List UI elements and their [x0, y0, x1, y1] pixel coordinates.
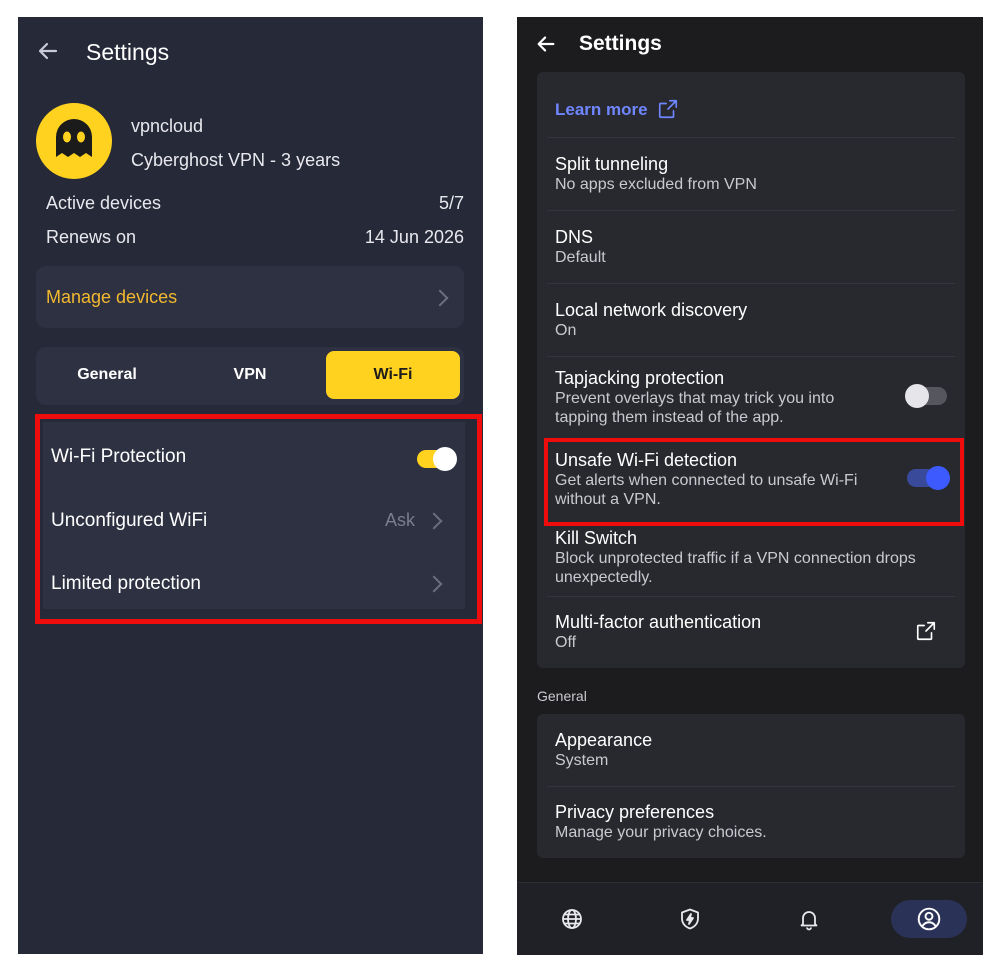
item-subtitle: Block unprotected traffic if a VPN conne… — [555, 550, 916, 586]
item-subtitle: No apps excluded from VPN — [555, 176, 757, 193]
external-link-icon[interactable] — [657, 98, 679, 125]
ghost-avatar-icon — [36, 103, 112, 179]
item-title: Appearance — [555, 730, 653, 750]
privacy-preferences-item[interactable]: Privacy preferences Manage your privacy … — [555, 802, 767, 842]
item-subtitle: On — [555, 322, 577, 339]
split-tunneling-item[interactable]: Split tunneling No apps excluded from VP… — [555, 154, 757, 194]
item-title: Multi-factor authentication — [555, 612, 762, 632]
active-devices-label: Active devices — [46, 193, 162, 213]
divider — [547, 786, 955, 787]
account-icon[interactable] — [911, 901, 947, 937]
item-title: Privacy preferences — [555, 802, 715, 822]
tab-general[interactable]: General — [40, 351, 174, 399]
bell-icon[interactable] — [791, 901, 827, 937]
toggle-knob — [905, 384, 929, 408]
back-arrow-icon[interactable] — [36, 39, 60, 63]
item-subtitle: Prevent overlays that may trick you into… — [555, 390, 835, 426]
bottom-navigation — [517, 882, 983, 955]
item-subtitle: Off — [555, 634, 577, 651]
item-title: DNS — [555, 227, 594, 247]
section-header-general: General — [537, 688, 587, 704]
settings-tabs: General VPN Wi-Fi — [36, 347, 464, 405]
page-title: Settings — [579, 32, 662, 55]
item-subtitle: Default — [555, 249, 606, 266]
external-link-icon[interactable] — [915, 620, 937, 647]
item-title: Local network discovery — [555, 300, 748, 320]
renews-on-value: 14 Jun 2026 — [364, 227, 464, 247]
local-network-discovery-item[interactable]: Local network discovery On — [555, 300, 747, 340]
tapjacking-toggle[interactable] — [905, 384, 947, 408]
chevron-right-icon — [431, 289, 449, 307]
shield-bolt-icon[interactable] — [672, 901, 708, 937]
tab-vpn[interactable]: VPN — [183, 351, 317, 399]
appearance-item[interactable]: Appearance System — [555, 730, 652, 770]
account-username: vpncloud — [131, 116, 204, 136]
manage-devices-button[interactable]: Manage devices — [36, 266, 464, 328]
divider — [547, 210, 955, 211]
globe-icon[interactable] — [554, 901, 590, 937]
account-plan: Cyberghost VPN - 3 years — [131, 150, 341, 170]
highlight-box — [35, 414, 482, 624]
back-arrow-icon[interactable] — [535, 33, 557, 55]
tab-wifi[interactable]: Wi-Fi — [326, 351, 460, 399]
item-title: Tapjacking protection — [555, 368, 725, 388]
item-title: Split tunneling — [555, 154, 669, 174]
highlight-box — [544, 438, 964, 526]
renews-on-label: Renews on — [46, 227, 137, 247]
divider — [547, 137, 955, 138]
kill-switch-item[interactable]: Kill Switch Block unprotected traffic if… — [555, 528, 955, 587]
item-subtitle: System — [555, 752, 609, 769]
tapjacking-protection-item: Tapjacking protection Prevent overlays t… — [555, 368, 875, 427]
dns-item[interactable]: DNS Default — [555, 227, 606, 267]
divider — [547, 596, 955, 597]
item-title: Kill Switch — [555, 528, 638, 548]
cyberghost-settings-panel: Settings vpncloud Cyberghost VPN - 3 yea… — [18, 17, 483, 954]
learn-more-link[interactable]: Learn more — [555, 100, 648, 120]
manage-devices-label: Manage devices — [46, 287, 178, 307]
divider — [547, 283, 955, 284]
divider — [547, 356, 955, 357]
security-settings-panel: Settings Learn more Split tunneling No a… — [517, 17, 983, 955]
active-devices-value: 5/7 — [438, 193, 464, 213]
page-title: Settings — [86, 39, 170, 65]
mfa-item[interactable]: Multi-factor authentication Off — [555, 612, 761, 652]
item-subtitle: Manage your privacy choices. — [555, 824, 767, 841]
